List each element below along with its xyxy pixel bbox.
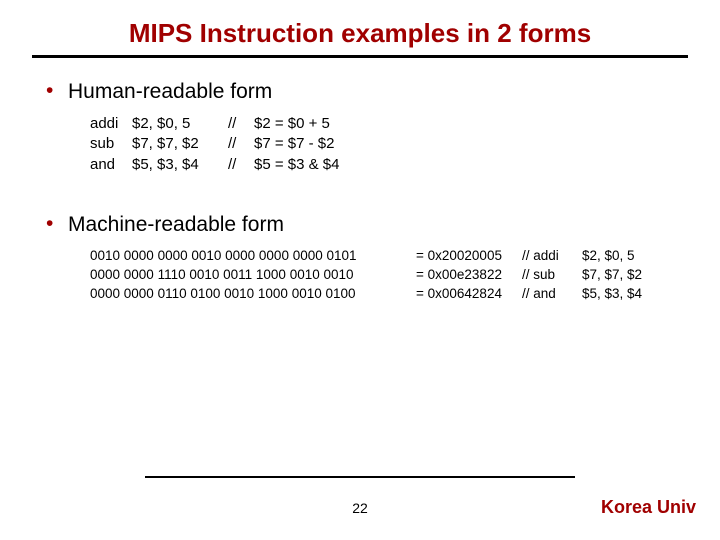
mnemonic: sub [90,134,132,154]
comment-sep: // [228,114,254,134]
section-heading-machine: Machine-readable form [46,213,688,237]
mnemonic: // sub [522,266,582,285]
code-row: and $5, $3, $4 // $5 = $3 & $4 [90,155,688,175]
footer-rule [145,476,575,478]
args: $2, $0, 5 [582,247,635,266]
title-rule [32,55,688,58]
bullet-list: Human-readable form addi $2, $0, 5 // $2… [32,80,688,303]
slide: MIPS Instruction examples in 2 forms Hum… [0,0,720,540]
binary: 0000 0000 0110 0100 0010 1000 0010 0100 [90,285,416,304]
machine-readable-code: 0010 0000 0000 0010 0000 0000 0000 0101 … [90,247,688,304]
hex: = 0x20020005 [416,247,522,266]
args: $5, $3, $4 [132,155,228,175]
code-row: 0000 0000 1110 0010 0011 1000 0010 0010 … [90,266,688,285]
comment-sep: // [228,155,254,175]
mnemonic: addi [90,114,132,134]
code-row: sub $7, $7, $2 // $7 = $7 - $2 [90,134,688,154]
hex: = 0x00642824 [416,285,522,304]
args: $5, $3, $4 [582,285,642,304]
code-row: 0010 0000 0000 0010 0000 0000 0000 0101 … [90,247,688,266]
comment: $2 = $0 + 5 [254,114,330,134]
args: $7, $7, $2 [132,134,228,154]
args: $2, $0, 5 [132,114,228,134]
slide-title: MIPS Instruction examples in 2 forms [32,18,688,49]
comment-sep: // [228,134,254,154]
mnemonic: // and [522,285,582,304]
human-readable-code: addi $2, $0, 5 // $2 = $0 + 5 sub $7, $7… [90,114,688,175]
binary: 0000 0000 1110 0010 0011 1000 0010 0010 [90,266,416,285]
comment: $5 = $3 & $4 [254,155,340,175]
comment: $7 = $7 - $2 [254,134,334,154]
mnemonic: // addi [522,247,582,266]
section-heading-human: Human-readable form [46,80,688,104]
page-number: 22 [352,500,368,516]
footer-org: Korea Univ [601,497,696,518]
args: $7, $7, $2 [582,266,642,285]
code-row: addi $2, $0, 5 // $2 = $0 + 5 [90,114,688,134]
mnemonic: and [90,155,132,175]
binary: 0010 0000 0000 0010 0000 0000 0000 0101 [90,247,416,266]
code-row: 0000 0000 0110 0100 0010 1000 0010 0100 … [90,285,688,304]
hex: = 0x00e23822 [416,266,522,285]
